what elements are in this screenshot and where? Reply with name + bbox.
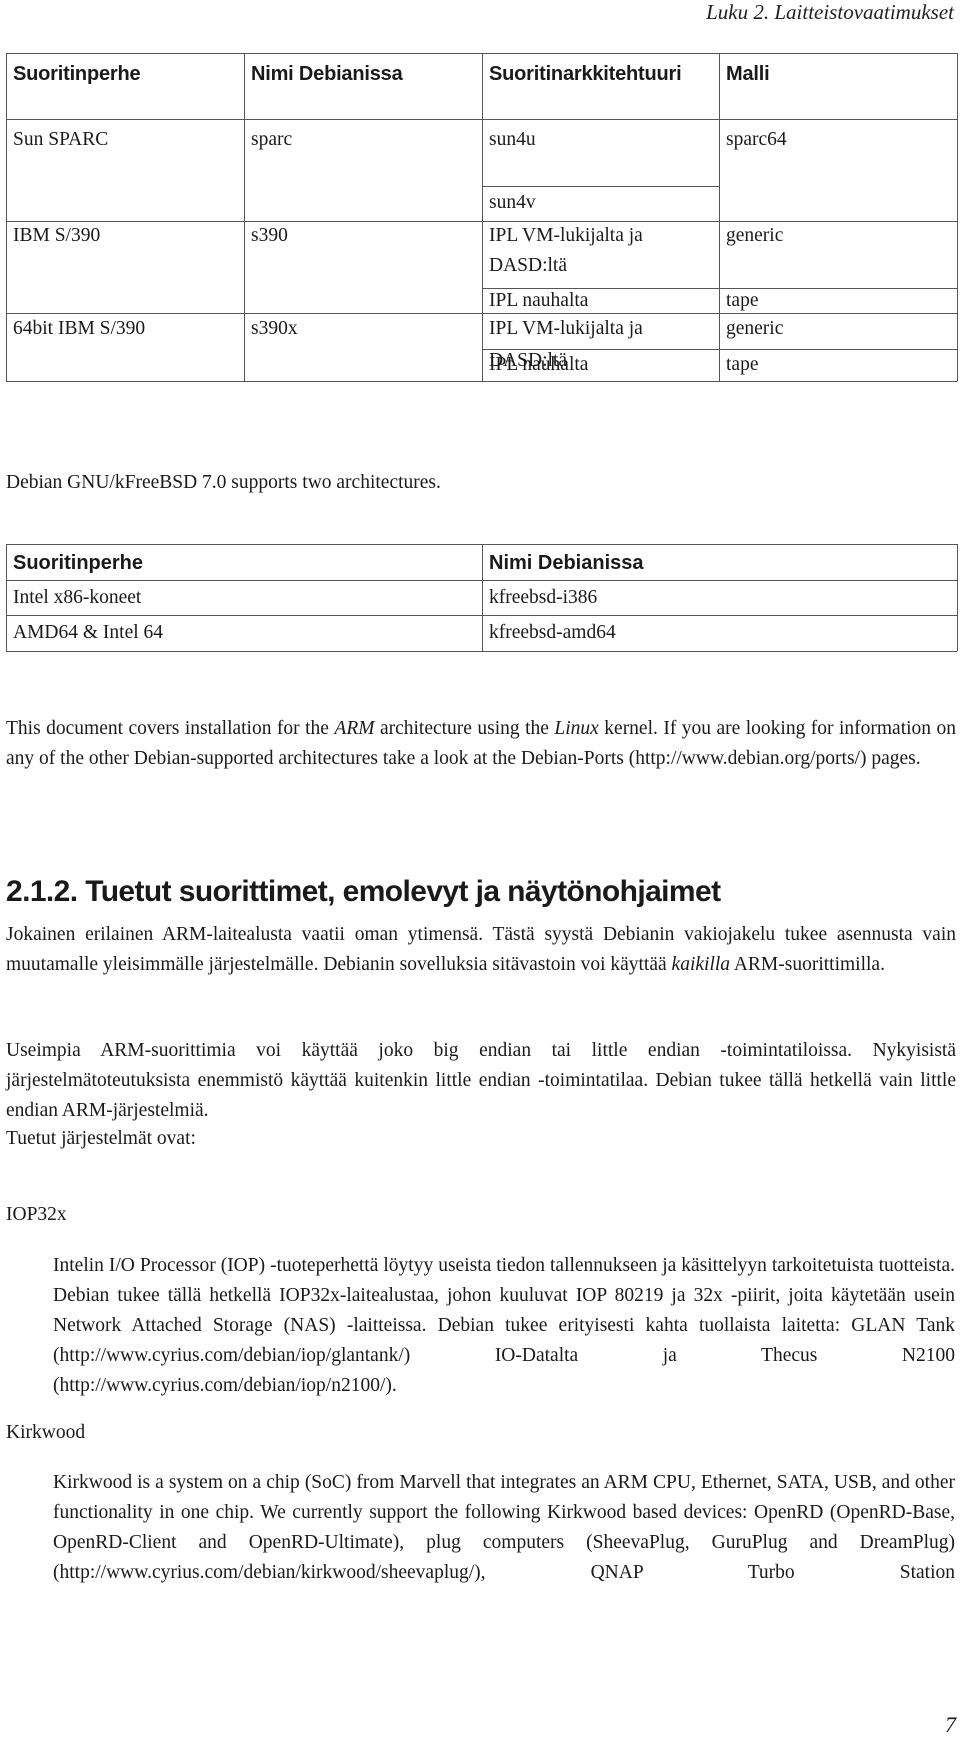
text-run: architecture using the bbox=[374, 718, 555, 739]
table-cell-model: sparc64 bbox=[726, 129, 787, 150]
table-cell: kfreebsd-amd64 bbox=[489, 622, 616, 643]
architecture-table: Suoritinperhe Nimi Debianissa Suoritinar… bbox=[6, 53, 958, 425]
system-definition: Kirkwood is a system on a chip (SoC) fro… bbox=[53, 1472, 955, 1583]
table-cell-model: generic bbox=[726, 225, 784, 246]
kfreebsd-architecture-table: Suoritinperhe Nimi Debianissa Intel x86-… bbox=[6, 544, 958, 652]
page-number: 7 bbox=[945, 1712, 956, 1737]
table-header-cell: Nimi Debianissa bbox=[251, 63, 403, 85]
supported-systems-intro: Tuetut järjestelmät ovat: bbox=[6, 1128, 196, 1149]
table-header-cell: Suoritinperhe bbox=[13, 63, 141, 85]
table-cell: AMD64 & Intel 64 bbox=[13, 622, 164, 643]
table-cell-model: generic bbox=[726, 318, 784, 339]
section-heading: 2.1.2. Tuetut suorittimet, emolevyt ja n… bbox=[6, 875, 721, 908]
table-header-cell: Malli bbox=[726, 63, 770, 85]
system-term: IOP32x bbox=[6, 1204, 67, 1225]
section-paragraph: Jokainen erilainen ARM-laitealusta vaati… bbox=[6, 920, 956, 980]
emphasis: kaikilla bbox=[671, 954, 731, 975]
table-cell-model: tape bbox=[726, 354, 759, 375]
table-cell-debian-name: s390 bbox=[251, 225, 288, 246]
table-cell-model: tape bbox=[726, 290, 759, 311]
table-header-cell: Nimi Debianissa bbox=[489, 552, 644, 574]
running-header: Luku 2. Laitteistovaatimukset bbox=[706, 0, 954, 24]
table-header-cell: Suoritinperhe bbox=[13, 552, 144, 574]
table-border bbox=[957, 53, 958, 381]
table-cell-arch: sun4u bbox=[489, 129, 536, 150]
text-run: This document covers installation for th… bbox=[6, 718, 335, 739]
table-cell-debian-name: sparc bbox=[251, 129, 293, 150]
table-cell-family: Sun SPARC bbox=[13, 129, 109, 150]
table-cell-arch: IPL nauhalta bbox=[489, 290, 589, 311]
text-run: ARM-suorittimilla. bbox=[730, 954, 885, 975]
table-border bbox=[6, 651, 957, 652]
system-term: Kirkwood bbox=[6, 1422, 86, 1443]
table-cell: kfreebsd-i386 bbox=[489, 587, 598, 608]
endian-paragraph: Useimpia ARM-suorittimia voi käyttää jok… bbox=[6, 1040, 956, 1121]
table-cell-arch: sun4v bbox=[489, 192, 536, 213]
system-definition: Intelin I/O Processor (IOP) -tuoteperhet… bbox=[53, 1255, 955, 1396]
table-border bbox=[957, 544, 958, 651]
table-cell-arch: IPL nauhalta bbox=[489, 354, 589, 375]
table-cell-debian-name: s390x bbox=[251, 318, 298, 339]
table-border bbox=[6, 381, 957, 382]
emphasis-kernel: Linux bbox=[554, 718, 599, 739]
emphasis-arch: ARM bbox=[334, 718, 375, 739]
table-cell-family: 64bit IBM S/390 bbox=[13, 318, 146, 339]
table-header-cell: Suoritinarkkitehtuuri bbox=[489, 63, 682, 85]
table-cell-arch: IPL VM-lukijalta ja DASD:ltä bbox=[489, 225, 643, 276]
kfreebsd-intro: Debian GNU/kFreeBSD 7.0 supports two arc… bbox=[6, 472, 441, 493]
table-cell-family: IBM S/390 bbox=[13, 225, 101, 246]
table-cell: Intel x86-koneet bbox=[13, 587, 142, 608]
coverage-paragraph: This document covers installation for th… bbox=[6, 714, 956, 774]
